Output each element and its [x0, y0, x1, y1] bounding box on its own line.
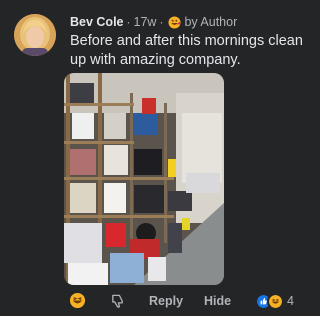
reaction-count: 4: [287, 294, 294, 308]
comment-actions: Reply Hide 4: [0, 292, 318, 314]
comment: Bev Cole · 17w · by Author Before and af…: [0, 0, 318, 316]
separator-dot: ·: [126, 15, 131, 29]
reaction-summary[interactable]: 4: [255, 292, 294, 310]
avatar[interactable]: [14, 14, 56, 56]
separator-dot: ·: [159, 15, 164, 29]
author-badge-label: by Author: [184, 15, 238, 29]
haha-icon: [267, 292, 284, 310]
comment-content: Bev Cole · 17w · by Author Before and af…: [70, 14, 312, 70]
comment-meta: Bev Cole · 17w · by Author: [70, 14, 312, 30]
comment-text: Before and after this mornings clean up …: [70, 33, 303, 68]
hide-button[interactable]: Hide: [204, 294, 231, 308]
timestamp[interactable]: 17w: [134, 14, 157, 30]
reply-button[interactable]: Reply: [149, 294, 183, 308]
author-badge-icon: [168, 15, 181, 29]
dislike-icon[interactable]: [110, 293, 125, 309]
comment-photo[interactable]: [64, 73, 224, 285]
haha-reaction-icon[interactable]: [69, 292, 86, 309]
author-name[interactable]: Bev Cole: [70, 14, 124, 30]
